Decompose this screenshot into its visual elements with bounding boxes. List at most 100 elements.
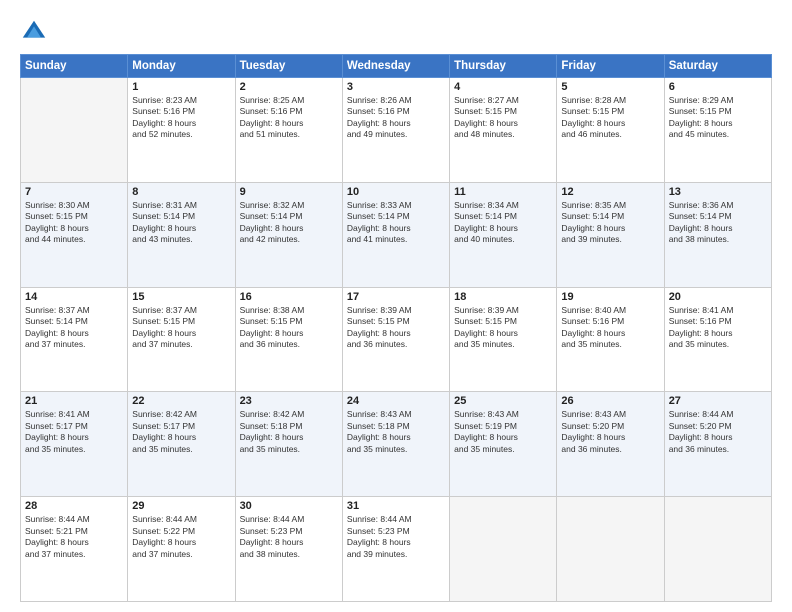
- day-info: Sunrise: 8:37 AMSunset: 5:15 PMDaylight:…: [132, 305, 230, 351]
- day-number: 18: [454, 291, 552, 303]
- day-info: Sunrise: 8:44 AMSunset: 5:21 PMDaylight:…: [25, 514, 123, 560]
- day-number: 7: [25, 186, 123, 198]
- calendar-cell: [21, 78, 128, 183]
- page: SundayMondayTuesdayWednesdayThursdayFrid…: [0, 0, 792, 612]
- day-number: 2: [240, 81, 338, 93]
- day-number: 23: [240, 395, 338, 407]
- day-number: 11: [454, 186, 552, 198]
- day-info: Sunrise: 8:43 AMSunset: 5:19 PMDaylight:…: [454, 409, 552, 455]
- day-info: Sunrise: 8:29 AMSunset: 5:15 PMDaylight:…: [669, 95, 767, 141]
- calendar-cell: 6 Sunrise: 8:29 AMSunset: 5:15 PMDaylight…: [664, 78, 771, 183]
- day-info: Sunrise: 8:43 AMSunset: 5:20 PMDaylight:…: [561, 409, 659, 455]
- day-info: Sunrise: 8:39 AMSunset: 5:15 PMDaylight:…: [347, 305, 445, 351]
- calendar-week-row: 7 Sunrise: 8:30 AMSunset: 5:15 PMDaylight…: [21, 182, 772, 287]
- calendar-cell: 4 Sunrise: 8:27 AMSunset: 5:15 PMDaylight…: [450, 78, 557, 183]
- day-info: Sunrise: 8:41 AMSunset: 5:17 PMDaylight:…: [25, 409, 123, 455]
- day-number: 5: [561, 81, 659, 93]
- calendar-cell: 28 Sunrise: 8:44 AMSunset: 5:21 PMDayligh…: [21, 497, 128, 602]
- weekday-header: Sunday: [21, 55, 128, 78]
- calendar-cell: 19 Sunrise: 8:40 AMSunset: 5:16 PMDayligh…: [557, 287, 664, 392]
- calendar-cell: 1Sunrise: 8:23 AMSunset: 5:16 PMDaylight…: [128, 78, 235, 183]
- calendar-cell: 27Sunrise: 8:44 AMSunset: 5:20 PMDayligh…: [664, 392, 771, 497]
- day-info: Sunrise: 8:26 AMSunset: 5:16 PMDaylight:…: [347, 95, 445, 141]
- weekday-header: Wednesday: [342, 55, 449, 78]
- calendar-cell: 30Sunrise: 8:44 AMSunset: 5:23 PMDayligh…: [235, 497, 342, 602]
- day-number: 22: [132, 395, 230, 407]
- day-number: 20: [669, 291, 767, 303]
- calendar-table: SundayMondayTuesdayWednesdayThursdayFrid…: [20, 54, 772, 602]
- day-info: Sunrise: 8:42 AMSunset: 5:18 PMDaylight:…: [240, 409, 338, 455]
- day-info: Sunrise: 8:41 AMSunset: 5:16 PMDaylight:…: [669, 305, 767, 351]
- calendar-cell: 9 Sunrise: 8:32 AMSunset: 5:14 PMDaylight…: [235, 182, 342, 287]
- calendar-cell: 17 Sunrise: 8:39 AMSunset: 5:15 PMDayligh…: [342, 287, 449, 392]
- calendar-cell: 26 Sunrise: 8:43 AMSunset: 5:20 PMDayligh…: [557, 392, 664, 497]
- day-info: Sunrise: 8:33 AMSunset: 5:14 PMDaylight:…: [347, 200, 445, 246]
- day-number: 3: [347, 81, 445, 93]
- day-number: 8: [132, 186, 230, 198]
- day-info: Sunrise: 8:38 AMSunset: 5:15 PMDaylight:…: [240, 305, 338, 351]
- header: [20, 18, 772, 46]
- day-info: Sunrise: 8:34 AMSunset: 5:14 PMDaylight:…: [454, 200, 552, 246]
- weekday-header: Thursday: [450, 55, 557, 78]
- day-number: 13: [669, 186, 767, 198]
- calendar-cell: 25 Sunrise: 8:43 AMSunset: 5:19 PMDayligh…: [450, 392, 557, 497]
- day-number: 15: [132, 291, 230, 303]
- day-number: 29: [132, 500, 230, 512]
- calendar-cell: 29 Sunrise: 8:44 AMSunset: 5:22 PMDayligh…: [128, 497, 235, 602]
- calendar-cell: 18 Sunrise: 8:39 AMSunset: 5:15 PMDayligh…: [450, 287, 557, 392]
- calendar-cell: [557, 497, 664, 602]
- day-info: Sunrise: 8:44 AMSunset: 5:20 PMDaylight:…: [669, 409, 767, 455]
- day-number: 4: [454, 81, 552, 93]
- day-info: Sunrise: 8:27 AMSunset: 5:15 PMDaylight:…: [454, 95, 552, 141]
- day-number: 25: [454, 395, 552, 407]
- weekday-header: Monday: [128, 55, 235, 78]
- day-info: Sunrise: 8:30 AMSunset: 5:15 PMDaylight:…: [25, 200, 123, 246]
- calendar-cell: 10 Sunrise: 8:33 AMSunset: 5:14 PMDayligh…: [342, 182, 449, 287]
- day-info: Sunrise: 8:40 AMSunset: 5:16 PMDaylight:…: [561, 305, 659, 351]
- day-number: 30: [240, 500, 338, 512]
- calendar-cell: 22 Sunrise: 8:42 AMSunset: 5:17 PMDayligh…: [128, 392, 235, 497]
- calendar-cell: 3 Sunrise: 8:26 AMSunset: 5:16 PMDaylight…: [342, 78, 449, 183]
- calendar-cell: 21 Sunrise: 8:41 AMSunset: 5:17 PMDayligh…: [21, 392, 128, 497]
- day-info: Sunrise: 8:42 AMSunset: 5:17 PMDaylight:…: [132, 409, 230, 455]
- calendar-cell: 12 Sunrise: 8:35 AMSunset: 5:14 PMDayligh…: [557, 182, 664, 287]
- weekday-header: Tuesday: [235, 55, 342, 78]
- day-number: 21: [25, 395, 123, 407]
- calendar-cell: 2 Sunrise: 8:25 AMSunset: 5:16 PMDaylight…: [235, 78, 342, 183]
- day-info: Sunrise: 8:37 AMSunset: 5:14 PMDaylight:…: [25, 305, 123, 351]
- weekday-header: Saturday: [664, 55, 771, 78]
- day-info: Sunrise: 8:25 AMSunset: 5:16 PMDaylight:…: [240, 95, 338, 141]
- weekday-header: Friday: [557, 55, 664, 78]
- calendar-cell: [664, 497, 771, 602]
- day-number: 17: [347, 291, 445, 303]
- day-number: 16: [240, 291, 338, 303]
- day-number: 1: [132, 81, 230, 93]
- day-info: Sunrise: 8:44 AMSunset: 5:22 PMDaylight:…: [132, 514, 230, 560]
- day-number: 19: [561, 291, 659, 303]
- day-info: Sunrise: 8:36 AMSunset: 5:14 PMDaylight:…: [669, 200, 767, 246]
- day-number: 9: [240, 186, 338, 198]
- calendar-cell: 13 Sunrise: 8:36 AMSunset: 5:14 PMDayligh…: [664, 182, 771, 287]
- day-info: Sunrise: 8:35 AMSunset: 5:14 PMDaylight:…: [561, 200, 659, 246]
- day-number: 28: [25, 500, 123, 512]
- calendar-cell: 14Sunrise: 8:37 AMSunset: 5:14 PMDayligh…: [21, 287, 128, 392]
- day-number: 12: [561, 186, 659, 198]
- calendar-cell: 7 Sunrise: 8:30 AMSunset: 5:15 PMDaylight…: [21, 182, 128, 287]
- calendar-cell: 11 Sunrise: 8:34 AMSunset: 5:14 PMDayligh…: [450, 182, 557, 287]
- day-number: 31: [347, 500, 445, 512]
- day-info: Sunrise: 8:31 AMSunset: 5:14 PMDaylight:…: [132, 200, 230, 246]
- calendar-cell: 16 Sunrise: 8:38 AMSunset: 5:15 PMDayligh…: [235, 287, 342, 392]
- day-info: Sunrise: 8:32 AMSunset: 5:14 PMDaylight:…: [240, 200, 338, 246]
- calendar-week-row: 1Sunrise: 8:23 AMSunset: 5:16 PMDaylight…: [21, 78, 772, 183]
- calendar-cell: [450, 497, 557, 602]
- day-number: 6: [669, 81, 767, 93]
- calendar-cell: 23 Sunrise: 8:42 AMSunset: 5:18 PMDayligh…: [235, 392, 342, 497]
- day-number: 10: [347, 186, 445, 198]
- day-info: Sunrise: 8:43 AMSunset: 5:18 PMDaylight:…: [347, 409, 445, 455]
- calendar-cell: 20 Sunrise: 8:41 AMSunset: 5:16 PMDayligh…: [664, 287, 771, 392]
- calendar-cell: 8 Sunrise: 8:31 AMSunset: 5:14 PMDaylight…: [128, 182, 235, 287]
- calendar-week-row: 14Sunrise: 8:37 AMSunset: 5:14 PMDayligh…: [21, 287, 772, 392]
- calendar-cell: 15 Sunrise: 8:37 AMSunset: 5:15 PMDayligh…: [128, 287, 235, 392]
- day-info: Sunrise: 8:39 AMSunset: 5:15 PMDaylight:…: [454, 305, 552, 351]
- day-number: 26: [561, 395, 659, 407]
